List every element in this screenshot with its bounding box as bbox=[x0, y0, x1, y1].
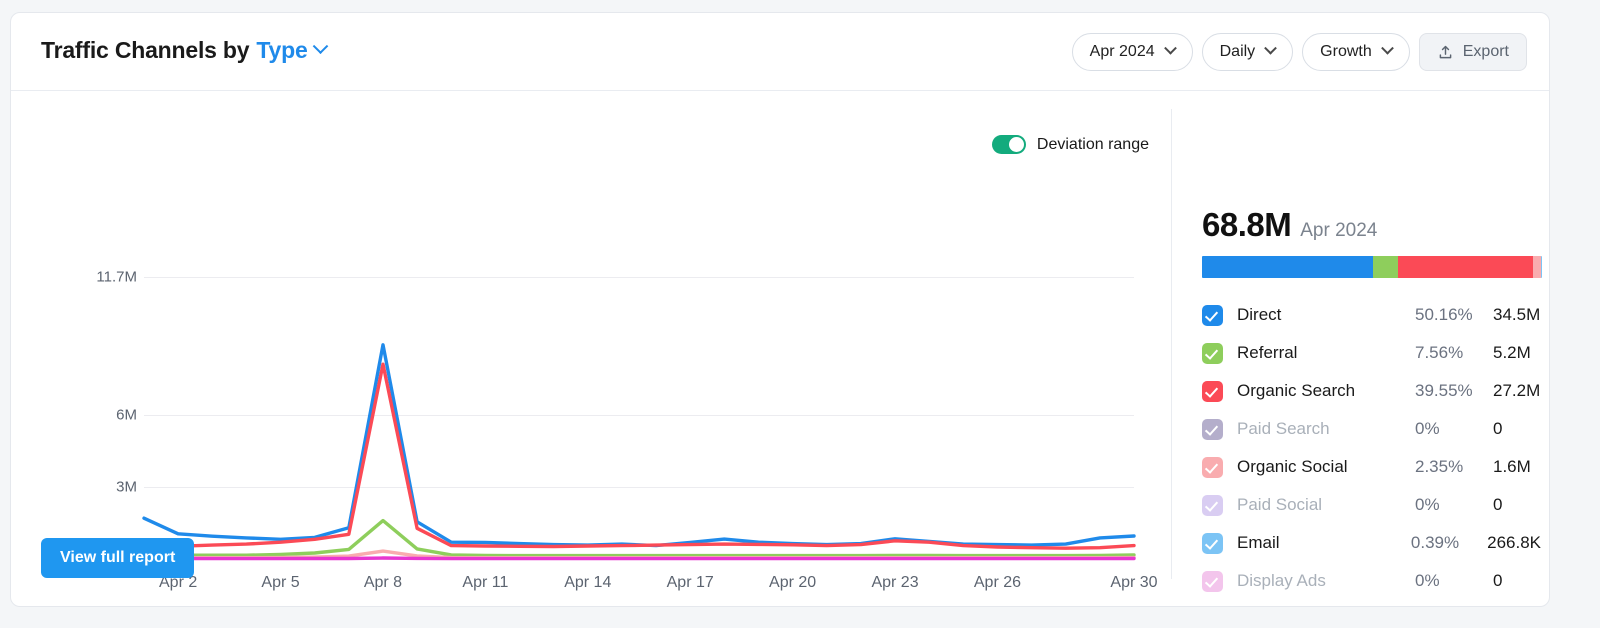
checkbox-icon[interactable] bbox=[1202, 419, 1223, 440]
x-axis-tick-label: Apr 17 bbox=[667, 574, 714, 592]
legend-label: Organic Search bbox=[1237, 381, 1415, 401]
legend-percent: 0% bbox=[1415, 419, 1493, 439]
channel-distribution-bar bbox=[1202, 256, 1542, 278]
x-axis-tick-label: Apr 11 bbox=[462, 574, 508, 592]
total-traffic: 68.8M Apr 2024 bbox=[1202, 206, 1541, 244]
page-title-text: Traffic Channels by bbox=[41, 37, 249, 64]
checkbox-icon[interactable] bbox=[1202, 533, 1223, 554]
checkbox-icon[interactable] bbox=[1202, 571, 1223, 592]
date-range-label: Apr 2024 bbox=[1090, 43, 1155, 61]
legend-label: Paid Social bbox=[1237, 495, 1415, 515]
date-range-dropdown[interactable]: Apr 2024 bbox=[1072, 33, 1193, 71]
x-axis-tick-label: Apr 14 bbox=[564, 574, 611, 592]
upload-icon bbox=[1437, 44, 1454, 61]
x-axis-tick-label: Apr 23 bbox=[871, 574, 918, 592]
granularity-label: Daily bbox=[1220, 43, 1256, 61]
metric-label: Growth bbox=[1320, 43, 1372, 61]
chevron-down-icon[interactable] bbox=[312, 38, 328, 54]
x-axis-tick-label: Apr 20 bbox=[769, 574, 816, 592]
traffic-channels-widget: Traffic Channels by Type Apr 2024 Daily … bbox=[10, 12, 1550, 607]
legend-label: Paid Search bbox=[1237, 419, 1415, 439]
chevron-down-icon bbox=[1264, 41, 1277, 54]
legend-value: 1.6M bbox=[1493, 457, 1531, 477]
legend-label: Display Ads bbox=[1237, 571, 1415, 591]
legend-percent: 39.55% bbox=[1415, 381, 1493, 401]
total-value: 68.8M bbox=[1202, 206, 1291, 244]
header-controls: Apr 2024 Daily Growth Export bbox=[1072, 33, 1527, 71]
legend-value: 0 bbox=[1493, 419, 1502, 439]
bar-segment bbox=[1398, 256, 1532, 278]
traffic-line-chart: 11.7M6M3M0 Apr 2Apr 5Apr 8Apr 11Apr 14Ap… bbox=[11, 91, 1171, 531]
legend-value: 5.2M bbox=[1493, 343, 1531, 363]
channel-legend-list: Direct50.16%34.5MReferral7.56%5.2MOrgani… bbox=[1202, 296, 1541, 600]
legend-percent: 50.16% bbox=[1415, 305, 1493, 325]
export-label: Export bbox=[1463, 43, 1509, 61]
legend-label: Organic Social bbox=[1237, 457, 1415, 477]
legend-value: 0 bbox=[1493, 571, 1502, 591]
legend-row[interactable]: Organic Social2.35%1.6M bbox=[1202, 448, 1541, 486]
legend-percent: 0% bbox=[1415, 571, 1493, 591]
legend-value: 27.2M bbox=[1493, 381, 1540, 401]
bar-segment bbox=[1533, 256, 1541, 278]
granularity-dropdown[interactable]: Daily bbox=[1202, 33, 1294, 71]
channels-summary-panel: 68.8M Apr 2024 Direct50.16%34.5MReferral… bbox=[1171, 109, 1541, 579]
checkbox-icon[interactable] bbox=[1202, 305, 1223, 326]
legend-label: Direct bbox=[1237, 305, 1415, 325]
bar-segment bbox=[1373, 256, 1399, 278]
bar-segment bbox=[1202, 256, 1373, 278]
legend-row[interactable]: Email0.39%266.8K bbox=[1202, 524, 1541, 562]
page-title: Traffic Channels by Type bbox=[41, 37, 326, 64]
chart-plot-lines bbox=[11, 91, 1171, 566]
legend-percent: 0% bbox=[1415, 495, 1493, 515]
widget-body: Deviation range 11.7M6M3M0 Apr 2Apr 5Apr… bbox=[11, 91, 1549, 607]
chart-line-email bbox=[144, 558, 1134, 559]
checkbox-icon[interactable] bbox=[1202, 495, 1223, 516]
chart-line-direct bbox=[144, 345, 1134, 546]
legend-row[interactable]: Referral7.56%5.2M bbox=[1202, 334, 1541, 372]
checkbox-icon[interactable] bbox=[1202, 457, 1223, 478]
x-axis-tick-label: Apr 8 bbox=[364, 574, 402, 592]
title-type-dropdown[interactable]: Type bbox=[256, 37, 307, 64]
export-button[interactable]: Export bbox=[1419, 33, 1527, 71]
legend-value: 0 bbox=[1493, 495, 1502, 515]
legend-row[interactable]: Direct50.16%34.5M bbox=[1202, 296, 1541, 334]
x-axis-tick-label: Apr 30 bbox=[1110, 574, 1157, 592]
checkbox-icon[interactable] bbox=[1202, 343, 1223, 364]
chart-line-organic-search bbox=[144, 364, 1134, 548]
legend-row[interactable]: Paid Social0%0 bbox=[1202, 486, 1541, 524]
legend-value: 266.8K bbox=[1487, 533, 1541, 553]
legend-row[interactable]: Paid Search0%0 bbox=[1202, 410, 1541, 448]
legend-row[interactable]: Organic Search39.55%27.2M bbox=[1202, 372, 1541, 410]
legend-percent: 7.56% bbox=[1415, 343, 1493, 363]
metric-dropdown[interactable]: Growth bbox=[1302, 33, 1410, 71]
legend-label: Email bbox=[1237, 533, 1411, 553]
legend-row[interactable]: Display Ads0%0 bbox=[1202, 562, 1541, 600]
legend-percent: 2.35% bbox=[1415, 457, 1493, 477]
widget-header: Traffic Channels by Type Apr 2024 Daily … bbox=[11, 13, 1549, 91]
chevron-down-icon bbox=[1164, 41, 1177, 54]
x-axis-tick-label: Apr 26 bbox=[974, 574, 1021, 592]
legend-value: 34.5M bbox=[1493, 305, 1540, 325]
view-full-report-button[interactable]: View full report bbox=[41, 538, 194, 578]
total-period: Apr 2024 bbox=[1300, 220, 1377, 242]
legend-percent: 0.39% bbox=[1411, 533, 1487, 553]
x-axis-tick-label: Apr 5 bbox=[261, 574, 299, 592]
checkbox-icon[interactable] bbox=[1202, 381, 1223, 402]
chevron-down-icon bbox=[1381, 41, 1394, 54]
bar-segment bbox=[1541, 256, 1542, 278]
legend-label: Referral bbox=[1237, 343, 1415, 363]
